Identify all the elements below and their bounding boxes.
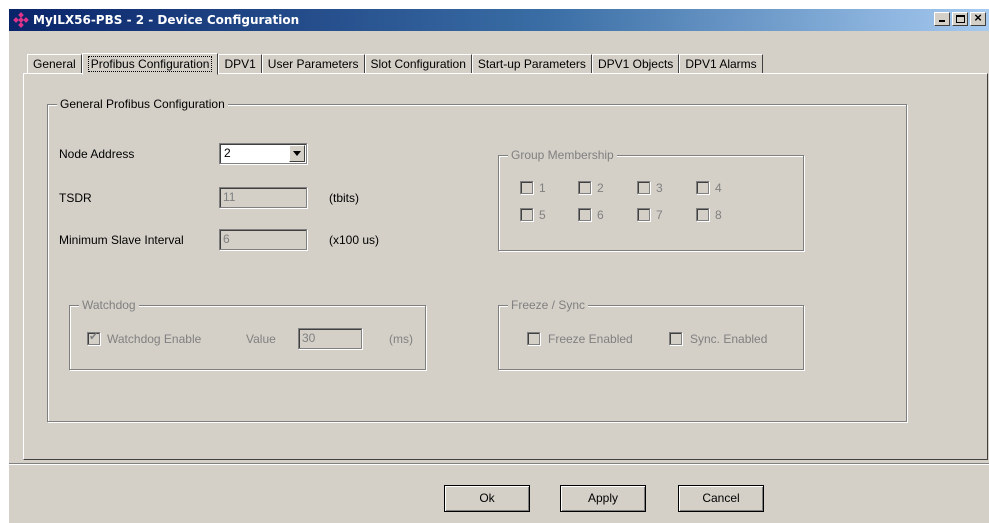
minimize-button[interactable]: [934, 12, 950, 26]
tab-label: General: [33, 57, 76, 71]
close-button[interactable]: ×: [970, 10, 986, 26]
group-4-label: 4: [715, 181, 722, 195]
group-8-label: 8: [715, 208, 722, 222]
tab-general[interactable]: General: [27, 54, 82, 74]
close-icon: ×: [974, 10, 982, 25]
group-1-checkbox[interactable]: [520, 181, 533, 194]
freeze-sync-group: Freeze / Sync Freeze Enabled Sync. Enabl…: [498, 298, 804, 370]
tab-user-parameters[interactable]: User Parameters: [261, 54, 365, 74]
sync-enabled-label: Sync. Enabled: [690, 332, 768, 346]
tab-label: User Parameters: [267, 57, 359, 71]
tsdr-label: TSDR: [59, 191, 92, 205]
tab-panel: General Profibus Configuration Node Addr…: [23, 73, 988, 460]
tab-strip: General Profibus Configuration DPV1 User…: [27, 52, 763, 75]
tab-slot-configuration[interactable]: Slot Configuration: [364, 54, 472, 74]
group-6-label: 6: [597, 208, 604, 222]
chevron-down-icon[interactable]: [289, 145, 305, 162]
group-title: Freeze / Sync: [508, 298, 589, 312]
maximize-icon: [956, 15, 965, 23]
watchdog-value-field[interactable]: 30: [298, 328, 362, 349]
group-1-label: 1: [539, 181, 546, 195]
sync-enabled-checkbox[interactable]: [669, 332, 682, 345]
window-title: MyILX56-PBS - 2 - Device Configuration: [33, 13, 300, 27]
group-7-checkbox[interactable]: [637, 208, 650, 221]
group-membership-group: Group Membership 1 2 3 4 5 6 7 8: [498, 148, 804, 251]
tab-label: DPV1 Alarms: [685, 57, 757, 71]
group-7-label: 7: [656, 208, 663, 222]
freeze-enabled-checkbox[interactable]: [527, 332, 540, 345]
apply-button[interactable]: Apply: [560, 485, 646, 512]
tab-label: DPV1 Objects: [597, 57, 674, 71]
group-8-checkbox[interactable]: [696, 208, 709, 221]
tab-label: Profibus Configuration: [87, 56, 213, 72]
group-5-label: 5: [539, 208, 546, 222]
group-3-checkbox[interactable]: [637, 181, 650, 194]
tab-dpv1-alarms[interactable]: DPV1 Alarms: [679, 54, 763, 74]
tab-startup-parameters[interactable]: Start-up Parameters: [471, 54, 592, 74]
tab-label: Start-up Parameters: [477, 57, 586, 71]
watchdog-value: 30: [302, 331, 316, 345]
min-slave-interval-field[interactable]: 6: [219, 229, 307, 250]
min-slave-interval-label: Minimum Slave Interval: [59, 233, 184, 247]
cancel-button[interactable]: Cancel: [678, 485, 764, 512]
group-title: Watchdog: [79, 298, 139, 312]
node-address-value: 2: [224, 146, 231, 160]
tab-profibus-configuration[interactable]: Profibus Configuration: [81, 53, 219, 75]
watchdog-unit: (ms): [389, 332, 413, 346]
watchdog-enable-label: Watchdog Enable: [107, 332, 202, 346]
device-configuration-window: MyILX56-PBS - 2 - Device Configuration ×…: [8, 8, 989, 523]
watchdog-enable-checkbox[interactable]: [87, 330, 100, 345]
ok-button[interactable]: Ok: [444, 485, 530, 512]
group-4-checkbox[interactable]: [696, 181, 709, 194]
app-logo-icon: [13, 12, 29, 28]
tab-label: DPV1: [224, 57, 256, 71]
min-slave-interval-value: 6: [223, 232, 230, 246]
tab-dpv1[interactable]: DPV1: [218, 54, 262, 74]
title-bar[interactable]: MyILX56-PBS - 2 - Device Configuration ×: [9, 9, 989, 31]
group-6-checkbox[interactable]: [578, 208, 591, 221]
maximize-button[interactable]: [952, 12, 968, 26]
node-address-label: Node Address: [59, 147, 135, 161]
group-title: Group Membership: [508, 148, 617, 162]
tsdr-value: 11: [223, 190, 236, 204]
watchdog-value-label: Value: [246, 332, 276, 346]
tab-dpv1-objects[interactable]: DPV1 Objects: [591, 54, 680, 74]
minimize-icon: [939, 20, 945, 22]
watchdog-group: Watchdog Watchdog Enable Value 30 (ms): [69, 298, 426, 370]
group-3-label: 3: [656, 181, 663, 195]
tsdr-unit: (tbits): [329, 191, 359, 205]
node-address-select[interactable]: 2: [219, 143, 307, 164]
divider: [9, 463, 989, 465]
tab-label: Slot Configuration: [370, 57, 466, 71]
group-2-label: 2: [597, 181, 604, 195]
group-2-checkbox[interactable]: [578, 181, 591, 194]
min-slave-interval-unit: (x100 us): [329, 233, 380, 247]
group-5-checkbox[interactable]: [520, 208, 533, 221]
tsdr-field[interactable]: 11: [219, 187, 307, 208]
window-controls: ×: [932, 10, 986, 26]
freeze-enabled-label: Freeze Enabled: [548, 332, 633, 346]
general-profibus-configuration-group: General Profibus Configuration Node Addr…: [47, 97, 907, 422]
group-title: General Profibus Configuration: [57, 97, 228, 111]
